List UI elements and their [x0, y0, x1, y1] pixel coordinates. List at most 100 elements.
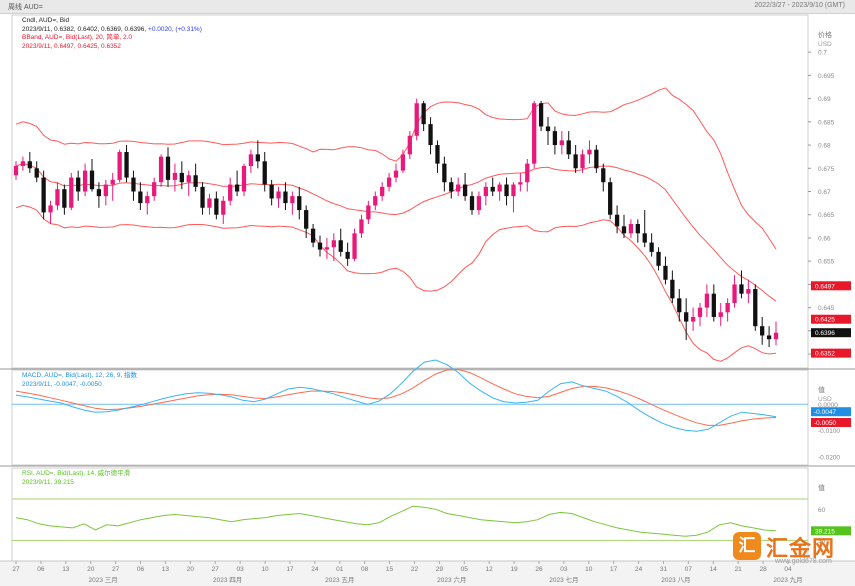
x-day-label: 22 [411, 566, 419, 573]
x-day-label: 27 [12, 566, 20, 573]
candle-body [310, 228, 316, 243]
rsi-pane-frame [11, 467, 809, 562]
candle-body [131, 177, 136, 192]
candle-body [469, 196, 475, 211]
candle-body [228, 184, 233, 201]
x-day-label: 17 [286, 566, 294, 573]
candle-body [386, 177, 392, 187]
x-day-label: 29 [436, 566, 444, 573]
candle-body [711, 293, 716, 317]
price-tick-label: 0.67 [818, 189, 831, 196]
price-tick-label: 0.66 [818, 235, 831, 242]
candle-body [614, 214, 620, 227]
x-day-label: 03 [237, 566, 245, 573]
candle-body [739, 284, 744, 294]
candle-body [400, 154, 406, 171]
candle-body [435, 145, 440, 164]
candle-body [525, 163, 530, 183]
x-month-label: 2023 六月 [437, 575, 466, 584]
candle-body [221, 200, 226, 215]
rsi-axis-header: 值 [818, 483, 825, 492]
macd-legend: MACD, AUD=, Bid(Last), 12, 26, 9, 指数 202… [22, 372, 137, 389]
candle-body [483, 186, 488, 197]
candle-body [684, 312, 689, 322]
candle-body [152, 182, 157, 197]
x-day-label: 10 [585, 566, 593, 573]
price-tick-label: 0.665 [818, 212, 835, 219]
x-month-label: 2023 三月 [89, 576, 118, 584]
candle-body [48, 205, 53, 213]
candle-body [732, 284, 737, 303]
x-month-label: 2023 九月 [773, 575, 802, 584]
candle-body [366, 205, 371, 220]
candle-body [442, 163, 447, 183]
candle-body [380, 186, 385, 197]
x-day-label: 27 [112, 566, 120, 573]
price-value-tag-label: 0.6352 [815, 351, 835, 358]
candle-body [559, 140, 564, 146]
candle-body [456, 184, 461, 192]
candle-body [172, 172, 178, 180]
candle-body [200, 186, 205, 208]
candle-body [621, 226, 627, 234]
cndl-legend-title: Cndl, AUD=, Bid [22, 17, 70, 24]
candle-body [89, 170, 95, 190]
candle-body [165, 156, 171, 180]
candle-body [145, 196, 150, 204]
macd-axis-header: 值 [818, 385, 825, 394]
candle-body [746, 289, 751, 294]
cndl-legend-change: +0.0020, (+0.31%) [148, 25, 202, 33]
candle-body [566, 140, 571, 155]
price-tick-label: 0.675 [818, 166, 835, 173]
candle-body [545, 126, 551, 132]
macd-value-tag-label: -0.0047 [814, 409, 836, 416]
candle-body [324, 247, 330, 250]
candle-body [69, 177, 74, 208]
candle-body [718, 312, 723, 317]
logo-url: www.gold678.com [775, 558, 832, 565]
candle-body [608, 182, 613, 215]
x-day-label: 13 [162, 566, 170, 573]
candle-body [41, 177, 46, 213]
candle-body [290, 196, 295, 204]
candle-body [552, 131, 558, 146]
candle-body [697, 307, 703, 317]
candle-body [55, 189, 60, 206]
candle-body [766, 335, 772, 340]
price-tick-label: 0.7 [818, 50, 827, 57]
candle-body [62, 189, 67, 208]
x-day-label: 14 [710, 566, 718, 573]
x-month-label: 2023 八月 [661, 576, 690, 584]
x-day-label: 03 [560, 566, 568, 573]
candle-body [352, 233, 357, 259]
rsi-tick-label: 60 [818, 507, 826, 514]
candle-body [690, 316, 696, 322]
candle-body [262, 161, 267, 185]
candle-body [656, 251, 661, 266]
price-value-tag-label: 0.6425 [815, 317, 835, 324]
x-month-label: 2023 四月 [213, 576, 242, 584]
candle-body [421, 103, 426, 125]
candle-body [518, 182, 523, 185]
macd-value-tag-label: -0.0050 [814, 420, 836, 427]
bband-lower-line [15, 204, 777, 362]
price-tick-label: 0.685 [818, 119, 835, 126]
candle-body [214, 198, 219, 215]
candle-body [234, 184, 240, 192]
rsi-legend: RSI, AUD=, Bid(Last), 14, 威尔德平滑 2023/9/1… [22, 470, 130, 487]
rsi-legend-title: RSI, AUD=, Bid(Last), 14, 威尔德平滑 [22, 470, 131, 477]
candle-body [359, 219, 364, 234]
candle-body [414, 103, 419, 136]
macd-legend-values: 2023/9/11, -0.0047, -0.0050 [22, 380, 102, 388]
candle-body [628, 224, 634, 234]
chart-canvas[interactable]: 价格 USD 0.7 0.695 0.69 0.685 0.68 0.675 0.67 0.665… [0, 13, 855, 586]
x-day-label: 01 [336, 566, 344, 573]
candle-body [96, 189, 102, 197]
candle-body [331, 240, 336, 248]
candle-body [538, 103, 544, 127]
price-tick-label: 0.68 [818, 143, 831, 150]
candle-body [186, 175, 191, 183]
candle-body [241, 165, 247, 192]
candle-body [179, 172, 184, 183]
candle-body [532, 103, 537, 164]
